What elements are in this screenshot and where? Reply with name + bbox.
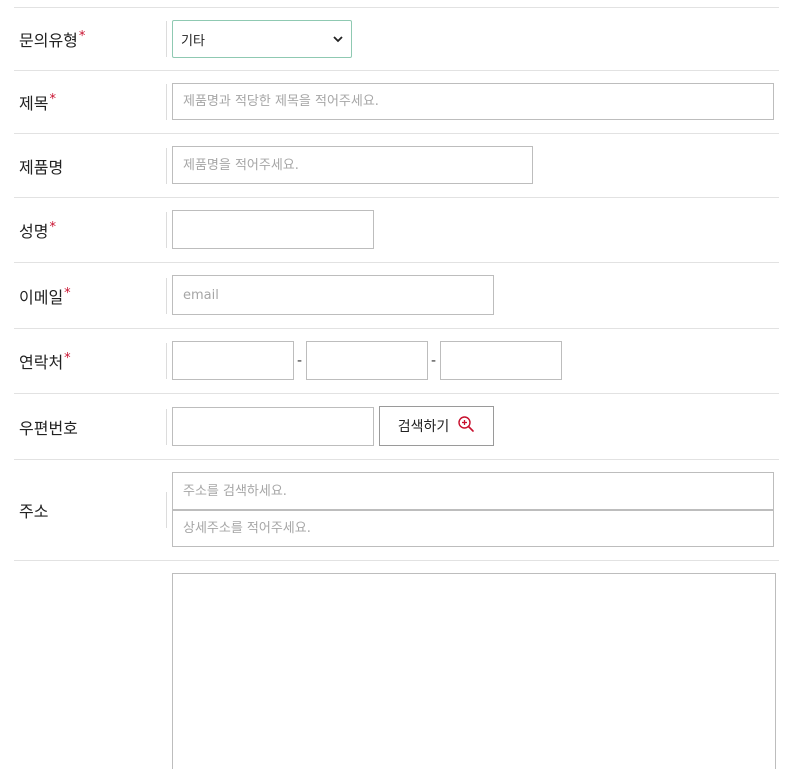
product-name-input[interactable] <box>172 146 533 184</box>
divider <box>166 277 167 314</box>
address-label: 주소 <box>19 502 49 521</box>
row-name: 성명* <box>14 198 779 263</box>
row-postal-code: 우편번호 검색하기 <box>14 394 779 460</box>
divider <box>166 147 167 184</box>
row-content <box>14 561 779 769</box>
required-mark: * <box>49 92 56 107</box>
title-input[interactable] <box>172 83 774 120</box>
inquiry-type-select[interactable]: 기타 <box>172 20 352 58</box>
address-detail-input[interactable] <box>172 510 774 547</box>
required-mark: * <box>64 285 71 301</box>
divider <box>166 408 167 445</box>
name-label: 성명* <box>19 220 56 241</box>
phone-middle-input[interactable] <box>306 341 428 380</box>
inquiry-form: 문의유형* 기타 제목* 제품명 성명* 이메일* 연락처* - <box>14 0 779 769</box>
required-mark: * <box>64 351 71 366</box>
phone-first-input[interactable] <box>172 341 294 380</box>
required-mark: * <box>78 29 86 44</box>
postal-code-input[interactable] <box>172 407 374 446</box>
phone-label: 연락처* <box>19 351 71 372</box>
search-button-label: 검색하기 <box>397 419 450 435</box>
row-inquiry-type: 문의유형* 기타 <box>14 7 779 71</box>
email-input[interactable] <box>172 275 494 315</box>
inquiry-type-label: 문의유형* <box>19 29 86 50</box>
row-product-name: 제품명 <box>14 134 779 198</box>
content-textarea[interactable] <box>172 573 776 769</box>
chevron-down-icon <box>333 32 343 47</box>
row-email: 이메일* <box>14 263 779 329</box>
divider <box>166 84 167 120</box>
row-title: 제목* <box>14 71 779 134</box>
phone-last-input[interactable] <box>440 341 562 380</box>
address-search-button[interactable]: 검색하기 <box>379 406 494 446</box>
phone-separator: - <box>297 353 303 369</box>
name-input[interactable] <box>172 210 374 249</box>
divider <box>166 21 167 57</box>
title-label: 제목* <box>19 92 56 113</box>
row-address: 주소 <box>14 460 779 561</box>
address-input[interactable] <box>172 472 774 510</box>
zoom-in-icon <box>457 415 475 437</box>
email-label: 이메일* <box>19 285 71 307</box>
divider <box>166 492 167 528</box>
product-name-label: 제품명 <box>19 157 64 177</box>
postal-code-label: 우편번호 <box>19 418 78 438</box>
required-mark: * <box>49 220 56 235</box>
row-phone: 연락처* - - <box>14 329 779 394</box>
divider <box>166 212 167 248</box>
divider <box>166 343 167 379</box>
inquiry-type-selected-value: 기타 <box>181 33 205 49</box>
phone-separator: - <box>431 353 437 369</box>
